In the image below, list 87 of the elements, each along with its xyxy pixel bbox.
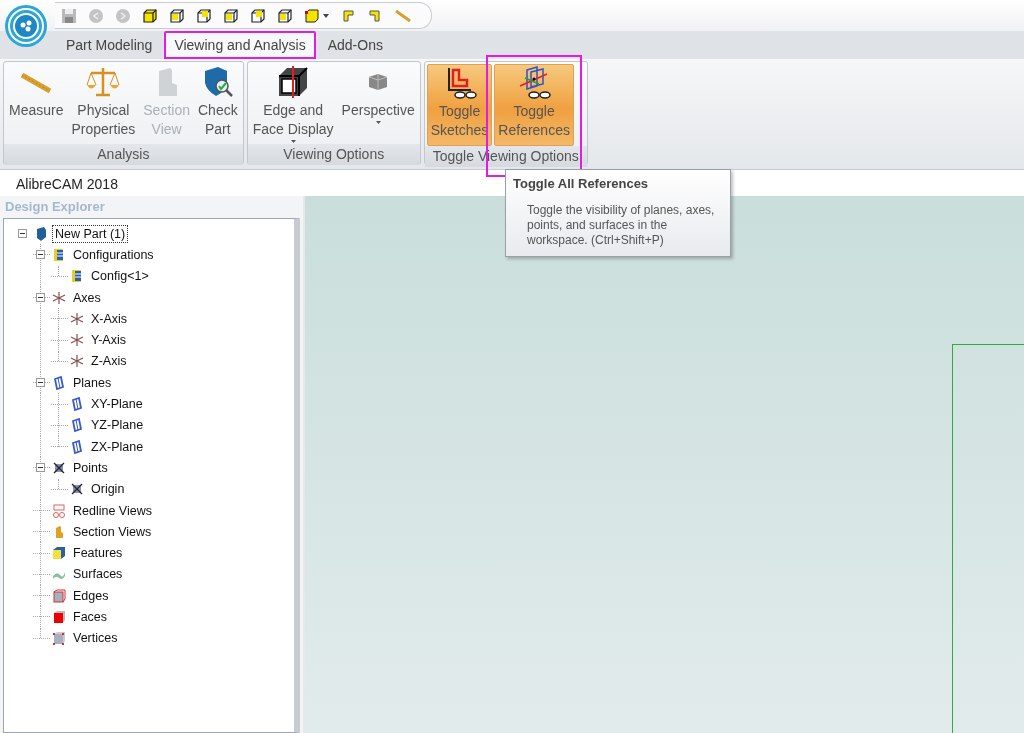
ribbon-button[interactable]: Check Part bbox=[195, 64, 241, 144]
tree-item[interactable]: Surfaces bbox=[70, 565, 126, 584]
caret-icon bbox=[375, 121, 381, 124]
tree-item[interactable]: Edges bbox=[70, 586, 112, 605]
cube-view-icon[interactable] bbox=[142, 7, 158, 24]
tree-item[interactable]: Axes bbox=[70, 288, 104, 307]
tree-item[interactable]: Section Views bbox=[70, 522, 155, 541]
tree-item[interactable]: Configurations bbox=[70, 245, 157, 264]
balance-scale-icon bbox=[86, 65, 121, 99]
tree-item[interactable]: XY-Plane bbox=[88, 395, 146, 413]
tree-item[interactable]: Points bbox=[70, 458, 111, 477]
ribbon-button[interactable]: Measure bbox=[6, 64, 67, 144]
cube-view-icon[interactable] bbox=[223, 7, 239, 24]
button-label: Edge and bbox=[263, 101, 324, 120]
plane-icon bbox=[70, 397, 84, 411]
save-icon[interactable] bbox=[61, 7, 77, 24]
edge-cube-icon bbox=[52, 588, 66, 603]
cross-point-icon bbox=[70, 482, 84, 497]
redline-icon bbox=[52, 503, 66, 518]
plane-icon bbox=[70, 439, 84, 454]
caret-icon[interactable] bbox=[323, 13, 329, 18]
panel-title: Design Explorer bbox=[4, 198, 106, 216]
ribbon-tab[interactable]: Viewing and Analysis bbox=[164, 31, 316, 59]
tree-item[interactable]: New Part (1) bbox=[52, 224, 129, 243]
collapse-toggle-icon[interactable] bbox=[36, 250, 45, 260]
collapse-toggle-icon[interactable] bbox=[36, 378, 45, 388]
collapse-toggle-icon[interactable] bbox=[18, 229, 27, 238]
button-label: View bbox=[151, 120, 182, 139]
button-label: Face Display bbox=[252, 120, 334, 139]
tree-item[interactable]: Planes bbox=[70, 373, 115, 392]
cube-view-icon[interactable] bbox=[196, 7, 212, 24]
asterisk-icon bbox=[70, 333, 84, 348]
tree-item[interactable]: Origin bbox=[88, 480, 128, 499]
corner-arrow-icon[interactable] bbox=[340, 7, 356, 24]
group-label: Viewing Options bbox=[247, 144, 420, 165]
ribbon-tab[interactable]: Part Modeling bbox=[56, 31, 163, 59]
button-label: Toggle bbox=[513, 102, 555, 121]
ribbon-button[interactable]: Toggle References bbox=[494, 64, 574, 146]
ribbon-button[interactable]: Perspective bbox=[338, 64, 418, 144]
face-cube-icon bbox=[52, 610, 66, 624]
ribbon-tab[interactable]: Add-Ons bbox=[317, 31, 393, 59]
collapse-toggle-icon[interactable] bbox=[36, 463, 45, 473]
shield-icon bbox=[34, 226, 48, 241]
ribbon-button[interactable]: Physical Properties bbox=[68, 64, 139, 144]
button-label: Section bbox=[143, 101, 190, 120]
tree-item[interactable]: YZ-Plane bbox=[88, 416, 147, 435]
tree-item[interactable]: Z-Axis bbox=[88, 352, 130, 371]
collapse-toggle-icon[interactable] bbox=[36, 292, 45, 302]
tree-item[interactable]: X-Axis bbox=[88, 309, 131, 328]
tooltip-title: Toggle All References bbox=[513, 176, 650, 191]
planes-glasses-icon bbox=[517, 66, 552, 100]
button-label: Measure bbox=[9, 101, 64, 120]
cube-icon bbox=[52, 546, 66, 561]
asterisk-icon bbox=[70, 311, 84, 326]
stack-icon bbox=[52, 247, 66, 262]
ribbon-button[interactable]: Toggle Sketches bbox=[426, 64, 493, 146]
wireframe-cube-icon bbox=[276, 65, 311, 99]
asterisk-icon bbox=[70, 354, 84, 369]
button-label: Sketches bbox=[430, 121, 489, 140]
button-label: Physical bbox=[77, 101, 130, 120]
button-label: Properties bbox=[71, 120, 136, 139]
cross-point-icon bbox=[52, 460, 66, 475]
button-label: Toggle bbox=[438, 102, 481, 121]
plane-icon bbox=[52, 375, 66, 390]
stack-icon bbox=[70, 269, 84, 284]
tree-item[interactable]: Features bbox=[70, 544, 126, 563]
tree-item[interactable]: Redline Views bbox=[70, 501, 155, 520]
button-label: Perspective bbox=[341, 101, 415, 120]
group-label: Analysis bbox=[4, 144, 243, 165]
tree-item[interactable]: Y-Axis bbox=[88, 331, 129, 350]
corner-arrow-icon[interactable] bbox=[367, 7, 383, 24]
tree-item[interactable]: Faces bbox=[70, 608, 111, 626]
button-label: Part bbox=[205, 120, 231, 139]
ribbon-button[interactable]: Edge and Face Display bbox=[249, 64, 337, 144]
button-label: References bbox=[498, 121, 570, 140]
asterisk-icon bbox=[52, 290, 66, 305]
plane-icon bbox=[70, 418, 84, 433]
cube-view-icon[interactable] bbox=[304, 7, 320, 24]
cube-view-icon[interactable] bbox=[169, 7, 185, 24]
tree-item[interactable]: Vertices bbox=[70, 629, 121, 648]
tooltip-text: Toggle the visibility of planes, axes, points, and surfaces in the workspace. (Ctrl+Shift+P) bbox=[526, 203, 716, 248]
tree-item[interactable]: ZX-Plane bbox=[88, 437, 147, 456]
cube-view-icon[interactable] bbox=[250, 7, 266, 24]
vertex-cube-icon bbox=[52, 631, 66, 646]
button-label: Check bbox=[198, 101, 238, 120]
tree-item[interactable]: Config<1> bbox=[88, 267, 152, 286]
cube-view-icon[interactable] bbox=[277, 7, 293, 24]
